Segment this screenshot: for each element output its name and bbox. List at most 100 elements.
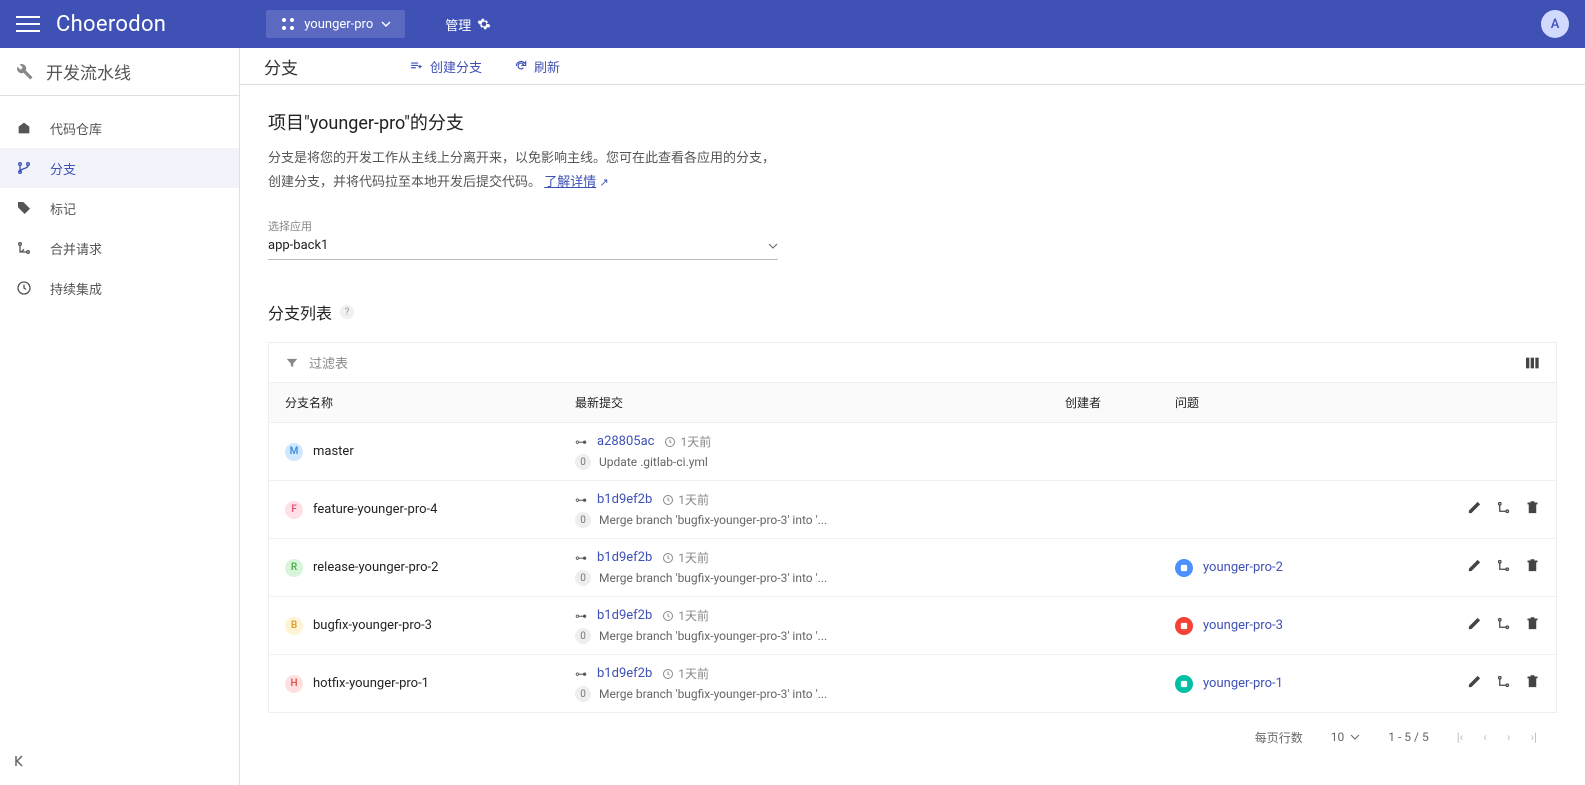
commit-message: Merge branch 'bugfix-younger-pro-3' into…	[599, 629, 827, 643]
project-selector[interactable]: younger-pro	[266, 10, 405, 38]
filter-row: 过滤表	[269, 343, 1556, 383]
commit-time: 1天前	[662, 665, 709, 682]
chevron-down-icon	[1350, 732, 1360, 742]
last-page-button[interactable]: ›|	[1530, 730, 1537, 744]
sidebar-item-0[interactable]: 代码仓库	[0, 108, 239, 148]
chevron-down-icon	[381, 19, 391, 29]
page-nav: |‹ ‹ › ›|	[1457, 730, 1537, 744]
delete-button[interactable]	[1525, 674, 1540, 693]
branch-name[interactable]: feature-younger-pro-4	[313, 502, 437, 517]
edit-button[interactable]	[1467, 500, 1482, 519]
commit-count: 0	[575, 512, 591, 528]
issue-link[interactable]: younger-pro-1	[1203, 676, 1283, 691]
edit-button[interactable]	[1467, 616, 1482, 635]
sidebar-header: 开发流水线	[0, 48, 239, 96]
commit-icon: ⊶	[575, 551, 587, 565]
sidebar-item-1[interactable]: 分支	[0, 148, 239, 188]
commit-hash[interactable]: b1d9ef2b	[597, 608, 652, 623]
clock-icon	[664, 436, 676, 448]
sidebar-item-2[interactable]: 标记	[0, 188, 239, 228]
gear-icon	[477, 17, 491, 31]
commit-icon: ⊶	[575, 609, 587, 623]
commit-count: 0	[575, 454, 591, 470]
clock-icon	[662, 610, 674, 622]
branch-name[interactable]: master	[313, 444, 354, 459]
refresh-button[interactable]: 刷新	[514, 57, 560, 76]
project-name: younger-pro	[304, 17, 373, 32]
collapse-icon[interactable]	[12, 753, 28, 773]
sidebar-item-3[interactable]: 合并请求	[0, 228, 239, 268]
merge-button[interactable]	[1496, 616, 1511, 635]
merge-button[interactable]	[1496, 558, 1511, 577]
app-icon	[280, 16, 296, 32]
header-creator: 创建者	[1065, 394, 1175, 411]
learn-more-link[interactable]: 了解详情	[544, 175, 596, 190]
manage-link[interactable]: 管理	[445, 15, 491, 34]
logo[interactable]: Choerodon	[56, 12, 166, 37]
branch-type-badge: R	[285, 559, 303, 577]
filter-label[interactable]: 过滤表	[309, 353, 348, 372]
sidebar-item-4[interactable]: 持续集成	[0, 268, 239, 308]
page-size-select[interactable]: 10	[1331, 730, 1361, 744]
commit-hash[interactable]: b1d9ef2b	[597, 492, 652, 507]
delete-button[interactable]	[1525, 616, 1540, 635]
branch-name[interactable]: release-younger-pro-2	[313, 560, 438, 575]
first-page-button[interactable]: |‹	[1457, 730, 1464, 744]
edit-button[interactable]	[1467, 674, 1482, 693]
delete-button[interactable]	[1525, 558, 1540, 577]
branch-name[interactable]: hotfix-younger-pro-1	[313, 676, 429, 691]
prev-page-button[interactable]: ‹	[1483, 730, 1487, 744]
commit-time: 1天前	[662, 607, 709, 624]
hamburger-icon[interactable]	[16, 12, 40, 36]
next-page-button[interactable]: ›	[1507, 730, 1511, 744]
branch-name[interactable]: bugfix-younger-pro-3	[313, 618, 432, 633]
table-row: Bbugfix-younger-pro-3 ⊶ b1d9ef2b 1天前 0 Merge …	[269, 597, 1556, 655]
help-icon[interactable]: ?	[340, 305, 354, 319]
commit-hash[interactable]: b1d9ef2b	[597, 666, 652, 681]
table-row: Rrelease-younger-pro-2⊶b1d9ef2b1天前0Merge…	[269, 539, 1556, 597]
columns-icon[interactable]	[1524, 355, 1540, 371]
branch-table: 过滤表 分支名称 最新提交 创建者 问题 Mmaster⊶a28805ac1天前…	[268, 342, 1557, 713]
edit-button[interactable]	[1467, 558, 1482, 577]
app-select[interactable]: 选择应用 app-back1	[268, 218, 778, 260]
merge-button[interactable]	[1496, 674, 1511, 693]
content: 项目"younger-pro"的分支 分支是将您的开发工作从主线上分离开来，以免…	[240, 85, 1585, 785]
merge-button[interactable]	[1496, 500, 1511, 519]
table-row: Mmaster⊶a28805ac1天前0Update .gitlab-ci.ym…	[269, 423, 1556, 481]
branch-type-badge: F	[285, 501, 303, 519]
table-row: Ffeature-younger-pro-4⊶b1d9ef2b1天前0Merge…	[269, 481, 1556, 539]
sidebar-nav: 代码仓库分支标记合并请求持续集成	[0, 96, 239, 785]
commit-icon: ⊶	[575, 667, 587, 681]
commit-hash[interactable]: a28805ac	[597, 434, 654, 449]
select-value[interactable]: app-back1	[268, 234, 778, 260]
issue-link[interactable]: younger-pro-3	[1203, 618, 1283, 633]
page-desc: 分支是将您的开发工作从主线上分离开来，以免影响主线。您可在此查看各应用的分支， …	[268, 147, 788, 194]
commit-message: Merge branch 'bugfix-younger-pro-3' into…	[599, 687, 827, 701]
manage-label: 管理	[445, 15, 471, 34]
refresh-icon	[514, 59, 528, 73]
topbar: Choerodon younger-pro 管理 A	[0, 0, 1585, 48]
issue-link[interactable]: younger-pro-2	[1203, 560, 1283, 575]
header-commit: 最新提交	[575, 394, 1065, 411]
filter-icon[interactable]	[285, 356, 299, 370]
main: 分支 创建分支 刷新 项目"younger-pro"的分支 分支是将您的开发工作…	[240, 48, 1585, 785]
table-row: Hhotfix-younger-pro-1⊶b1d9ef2b1天前0Merge …	[269, 655, 1556, 712]
header-issue: 问题	[1175, 394, 1440, 411]
branch-type-badge: B	[285, 617, 303, 635]
avatar[interactable]: A	[1541, 10, 1569, 38]
commit-count: 0	[575, 686, 591, 702]
page-range: 1 - 5 / 5	[1388, 730, 1428, 744]
pagination: 每页行数 10 1 - 5 / 5 |‹ ‹ › ›|	[268, 713, 1557, 761]
issue-type-icon	[1175, 617, 1193, 635]
chevron-down-icon	[768, 241, 778, 251]
commit-message: Merge branch 'bugfix-younger-pro-3' into…	[599, 513, 827, 527]
create-branch-button[interactable]: 创建分支	[410, 57, 482, 76]
commit-count: 0	[575, 628, 591, 644]
page-toolbar: 分支 创建分支 刷新	[240, 48, 1585, 85]
sidebar-title: 开发流水线	[46, 59, 131, 84]
toolbar-title: 分支	[264, 54, 298, 79]
commit-hash[interactable]: b1d9ef2b	[597, 550, 652, 565]
delete-button[interactable]	[1525, 500, 1540, 519]
clock-icon	[662, 668, 674, 680]
sidebar: 开发流水线 代码仓库分支标记合并请求持续集成	[0, 48, 240, 785]
